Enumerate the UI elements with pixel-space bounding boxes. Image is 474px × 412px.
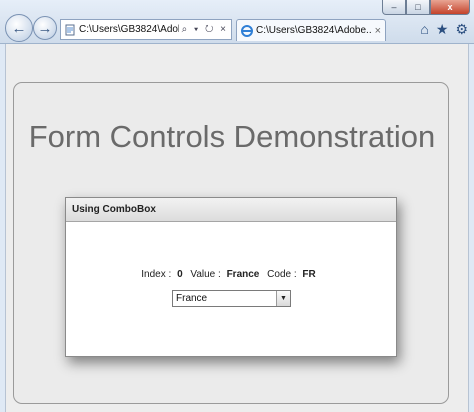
tab-close-icon[interactable]: × bbox=[371, 25, 385, 37]
value-value: France bbox=[226, 269, 260, 280]
window-controls: – □ x bbox=[382, 0, 470, 15]
minimize-button[interactable]: – bbox=[382, 0, 406, 15]
home-icon[interactable]: ⌂ bbox=[420, 21, 428, 38]
close-window-button[interactable]: x bbox=[430, 0, 470, 15]
country-combobox[interactable]: France ▼ bbox=[172, 290, 291, 307]
browser-toolbar: ⌂ ★ ⚙ bbox=[420, 21, 468, 38]
ie-icon bbox=[241, 24, 253, 37]
selection-info: Index : 0 Value : France Code : FR bbox=[66, 269, 396, 280]
maximize-button[interactable]: □ bbox=[406, 0, 430, 15]
chevron-down-icon[interactable]: ▼ bbox=[276, 291, 290, 306]
back-arrow-icon: ← bbox=[11, 19, 27, 37]
favorites-icon[interactable]: ★ bbox=[436, 21, 449, 38]
forward-button[interactable]: → bbox=[33, 16, 57, 40]
address-bar[interactable]: C:\Users\GB3824\Adob ⌕ ▾ ↻ × bbox=[60, 19, 232, 40]
tab-title: C:\Users\GB3824\Adobe... bbox=[256, 25, 371, 36]
browser-chrome: – □ x ← → C:\Users\GB3824\Adob ⌕ ▾ ↻ × C… bbox=[0, 0, 474, 44]
page-title: Form Controls Demonstration bbox=[28, 119, 436, 154]
address-tools-icons[interactable]: ⌕ ▾ ↻ × bbox=[179, 24, 231, 35]
code-label: Code : bbox=[267, 269, 297, 280]
back-button[interactable]: ← bbox=[5, 14, 33, 42]
combobox-panel-header: Using ComboBox bbox=[66, 198, 396, 222]
address-text[interactable]: C:\Users\GB3824\Adob bbox=[79, 24, 179, 35]
code-value: FR bbox=[302, 269, 316, 280]
forward-arrow-icon: → bbox=[37, 19, 53, 37]
combobox-selected-value[interactable]: France bbox=[173, 293, 276, 304]
settings-icon[interactable]: ⚙ bbox=[455, 21, 468, 38]
tab-active[interactable]: C:\Users\GB3824\Adobe... × bbox=[236, 19, 386, 41]
index-label: Index : bbox=[141, 269, 172, 280]
combobox-panel: Using ComboBox Index : 0 Value : France … bbox=[65, 197, 397, 357]
index-value: 0 bbox=[177, 269, 183, 280]
page-viewport: Form Controls Demonstration Using ComboB… bbox=[5, 44, 469, 412]
value-label: Value : bbox=[190, 269, 221, 280]
page-icon bbox=[65, 24, 75, 35]
demo-panel: Form Controls Demonstration Using ComboB… bbox=[13, 82, 449, 404]
